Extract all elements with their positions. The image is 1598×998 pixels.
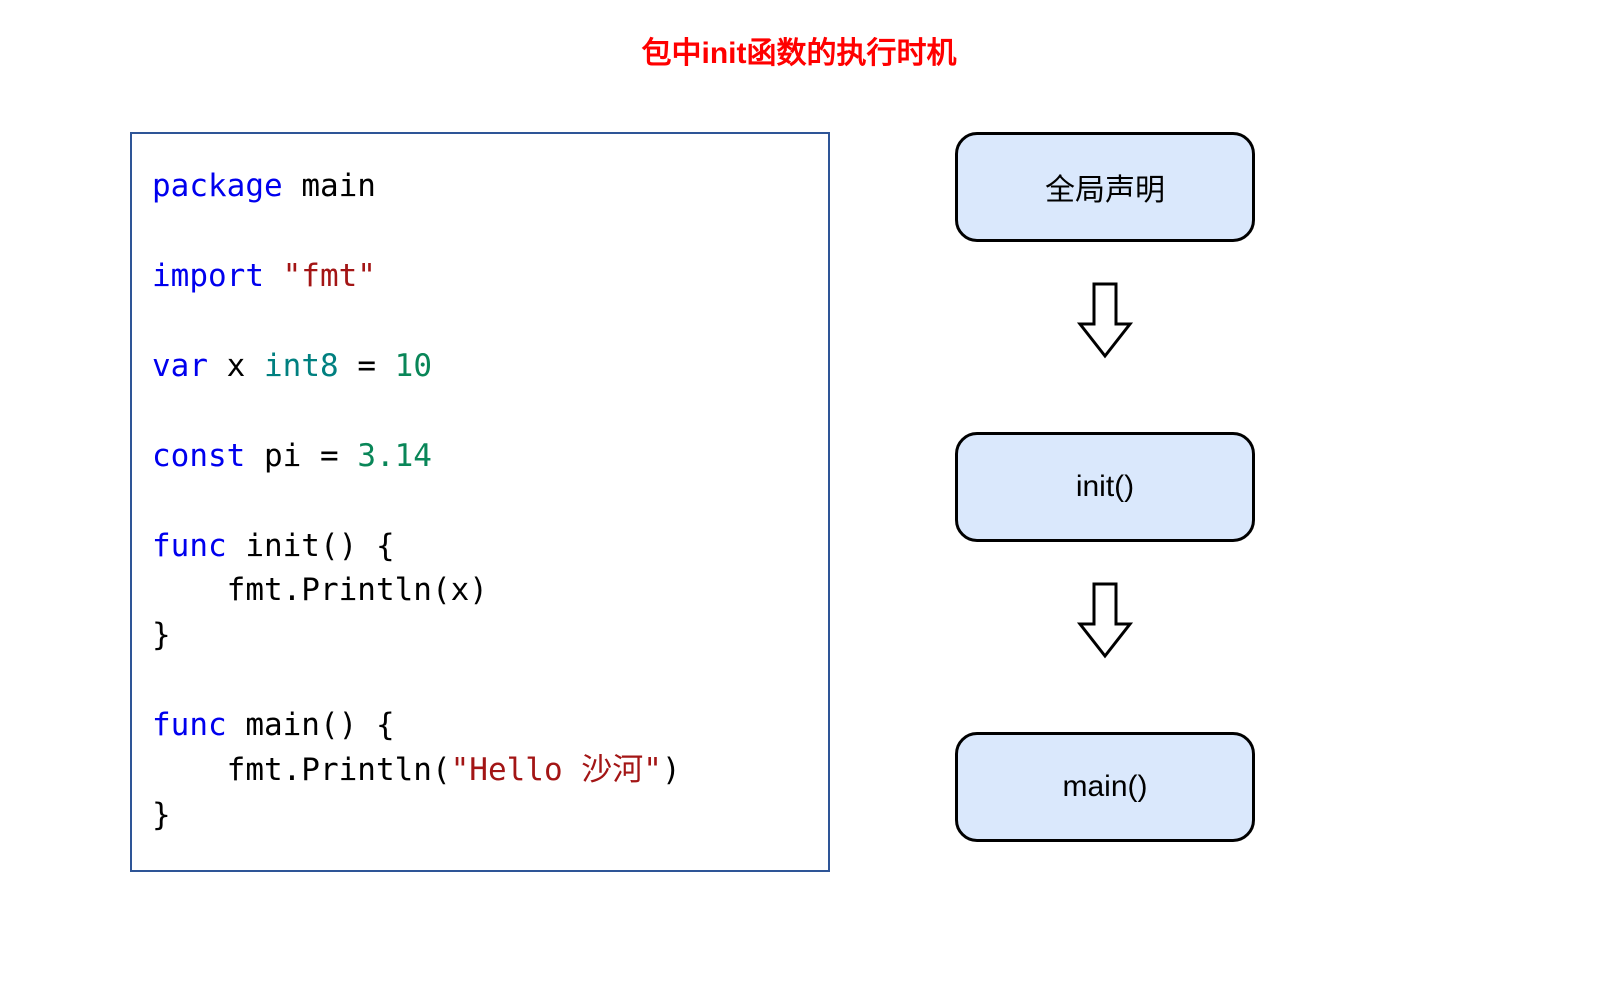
var-name: x: [208, 348, 264, 384]
var-eq: =: [339, 348, 395, 384]
flow-step-global-declaration: 全局声明: [955, 132, 1255, 242]
code-content: package main import "fmt" var x int8 = 1…: [152, 164, 808, 838]
func-main-call: fmt.Println(: [152, 752, 451, 788]
func-main-paren: ): [662, 752, 681, 788]
keyword-const: const: [152, 438, 245, 474]
keyword-package: package: [152, 168, 283, 204]
func-main-close: }: [152, 797, 171, 833]
code-block: package main import "fmt" var x int8 = 1…: [130, 132, 830, 872]
keyword-import: import: [152, 258, 264, 294]
keyword-func: func: [152, 528, 227, 564]
arrow-down-icon: [1076, 280, 1134, 360]
var-value: 10: [395, 348, 432, 384]
keyword-var: var: [152, 348, 208, 384]
flow-step-label: 全局声明: [1045, 165, 1165, 209]
package-name: main: [283, 168, 376, 204]
keyword-func: func: [152, 707, 227, 743]
func-init-body: fmt.Println(x): [152, 572, 488, 608]
diagram-title: 包中init函数的执行时机: [642, 28, 957, 72]
const-name: pi =: [245, 438, 357, 474]
arrow-down-icon: [1076, 580, 1134, 660]
flow-step-label: init(): [1076, 470, 1134, 504]
func-init-close: }: [152, 617, 171, 653]
func-main-string: "Hello 沙河": [451, 752, 662, 788]
flow-step-init: init(): [955, 432, 1255, 542]
const-value: 3.14: [357, 438, 432, 474]
flow-step-label: main(): [1062, 770, 1147, 804]
import-string: "fmt": [264, 258, 376, 294]
flow-step-main: main(): [955, 732, 1255, 842]
var-type: int8: [264, 348, 339, 384]
func-main-sig: main() {: [227, 707, 395, 743]
func-init-sig: init() {: [227, 528, 395, 564]
